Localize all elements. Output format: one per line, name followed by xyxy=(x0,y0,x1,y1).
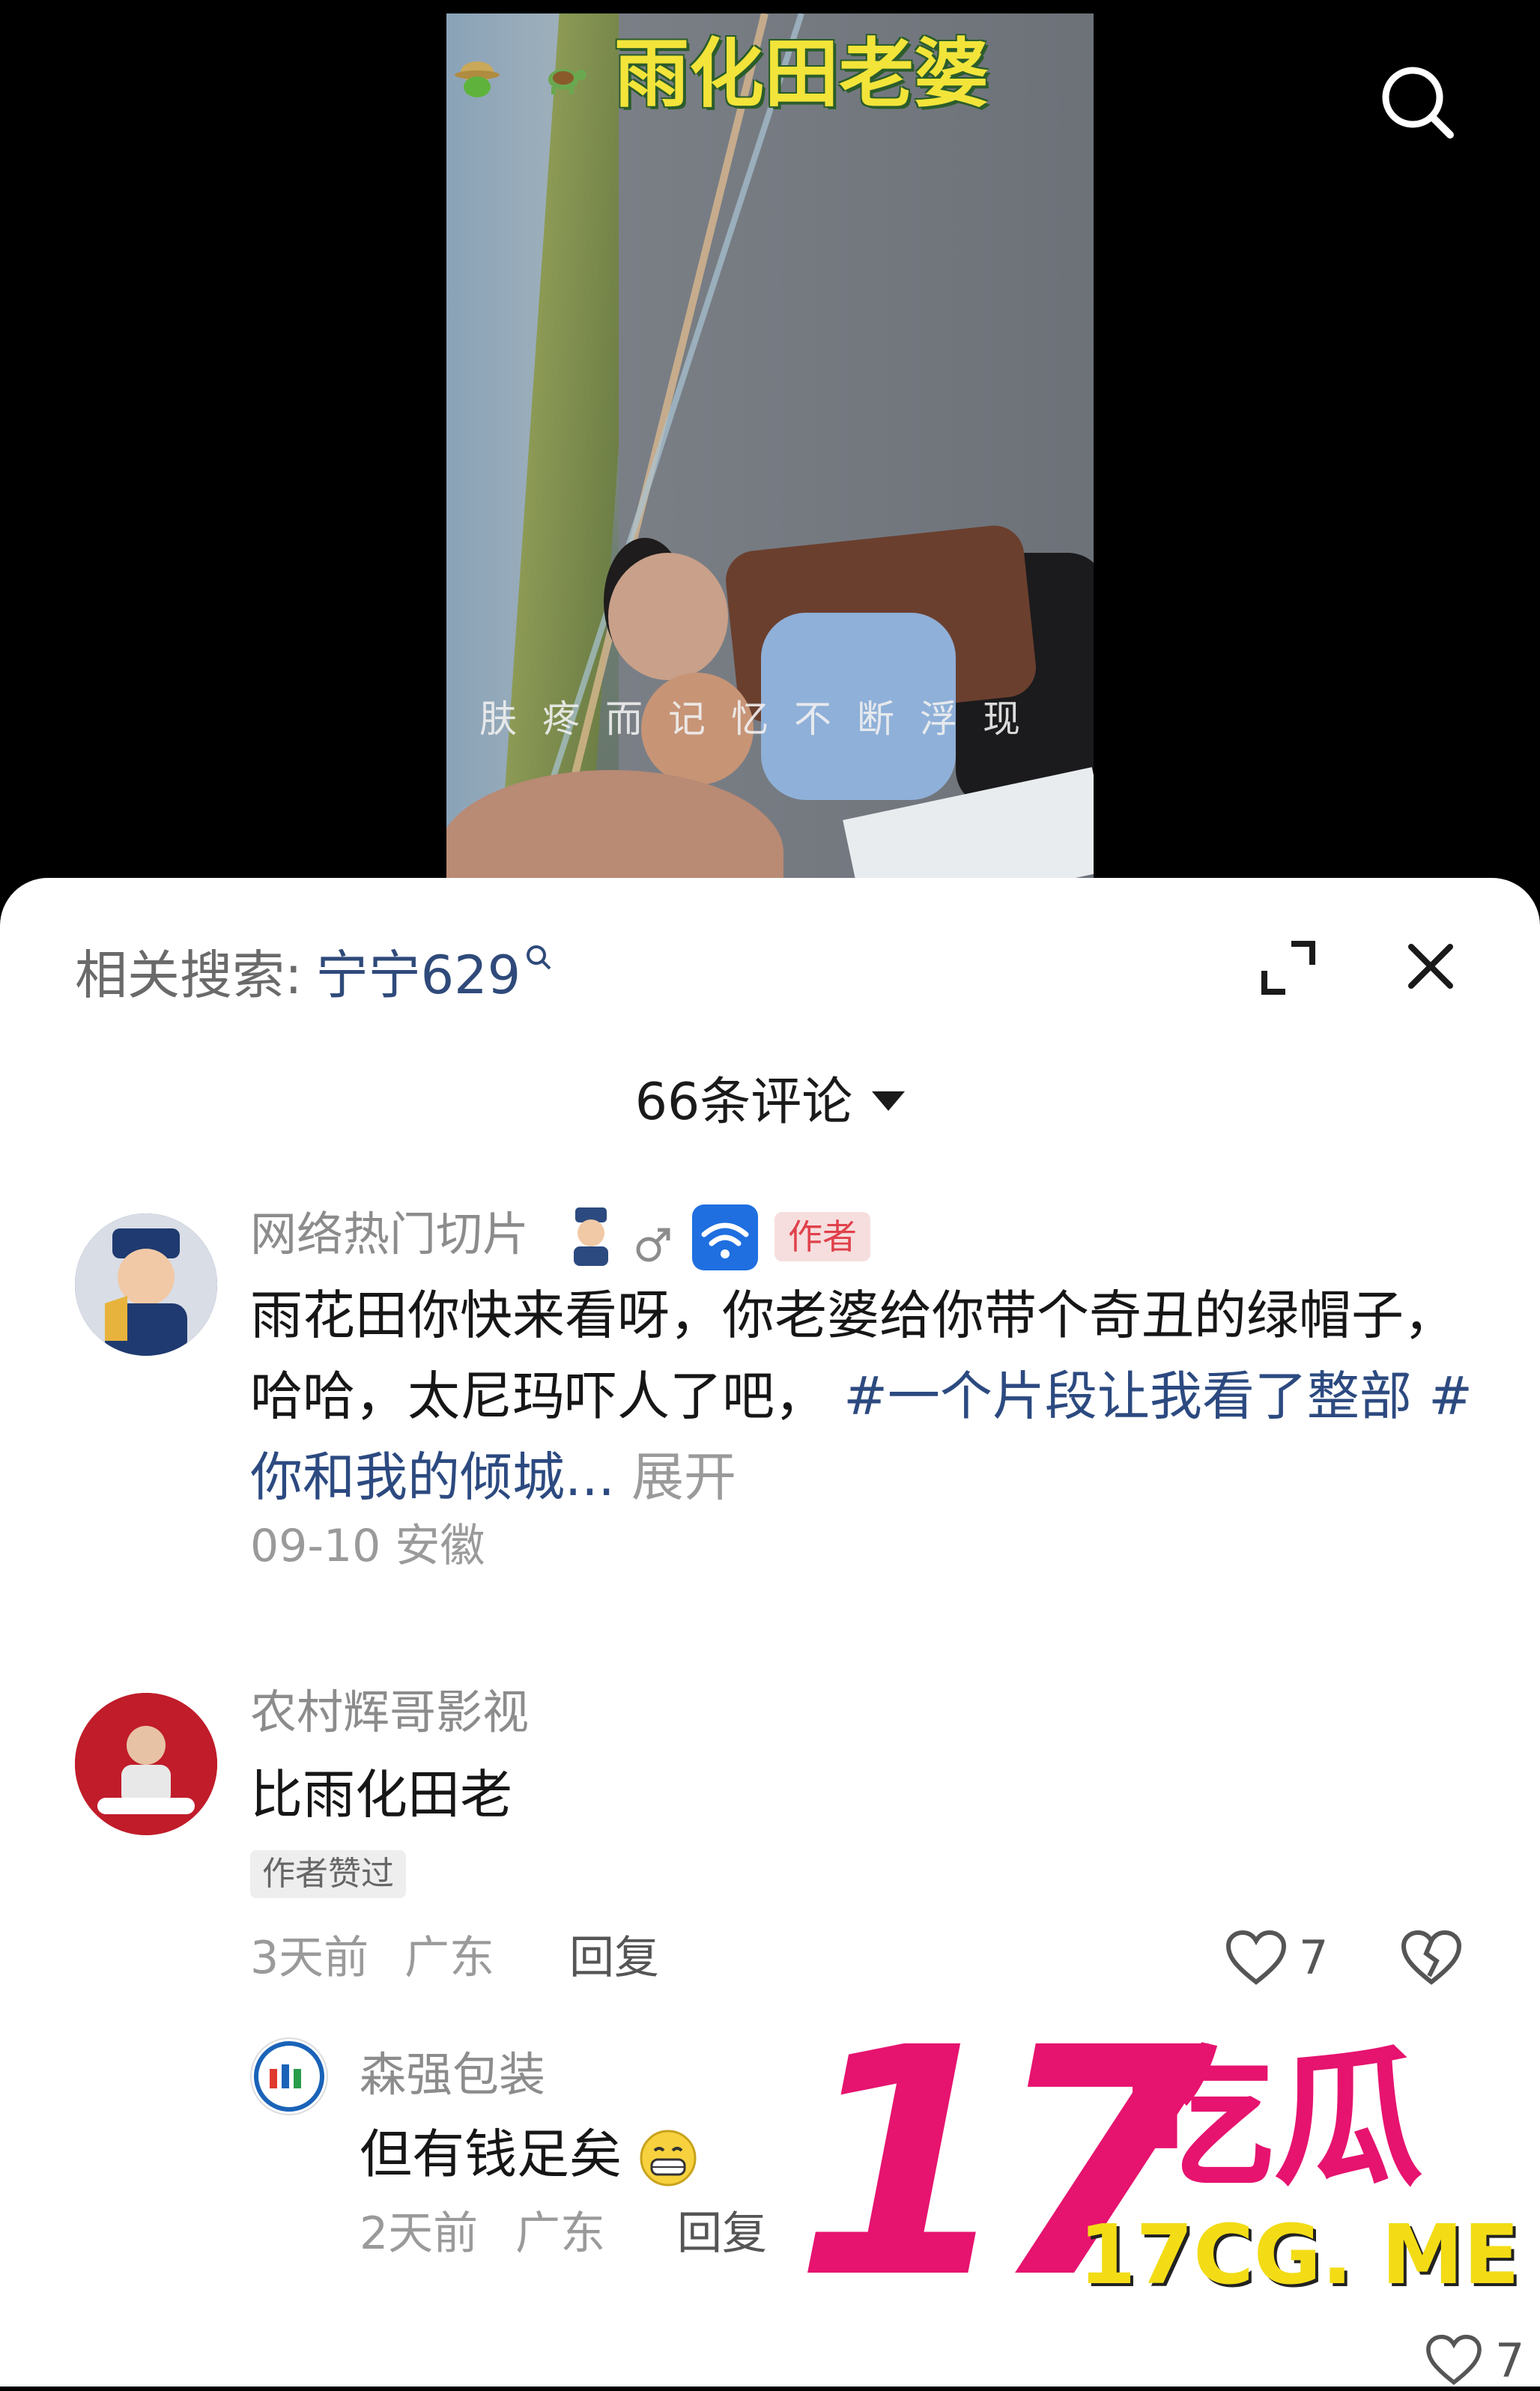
small-search-icon xyxy=(527,945,551,970)
heart-icon[interactable] xyxy=(1423,2334,1485,2387)
comment-location: 广东 xyxy=(515,2207,605,2260)
related-search-label: 相关搜索: xyxy=(75,945,303,1006)
comment-count-dropdown[interactable]: 66条评论 xyxy=(0,1065,1540,1140)
grin-emoji-icon xyxy=(640,2130,697,2187)
like-count: 7 xyxy=(1299,1930,1329,1985)
comment-meta: 09-10 安徽 xyxy=(250,1520,485,1572)
dislike-heart-icon[interactable] xyxy=(1401,1930,1462,1987)
author-liked-badge: 作者赞过 xyxy=(250,1850,406,1898)
close-icon[interactable] xyxy=(1401,936,1461,996)
reply-button[interactable]: 回复 xyxy=(569,1928,659,1988)
video-title: 雨化田老婆 xyxy=(614,30,989,118)
related-search[interactable]: 相关搜索: 宁宁629 xyxy=(75,938,554,1013)
wifi-badge-icon xyxy=(692,1204,758,1270)
comment-username[interactable]: 农村辉哥影视 xyxy=(250,1681,529,1744)
tortoise-hat-emoji-icon xyxy=(455,61,500,97)
author-badge: 作者 xyxy=(774,1212,870,1261)
avatar[interactable] xyxy=(75,1213,217,1356)
comment-count: 66条评论 xyxy=(634,1073,853,1132)
video-player[interactable] xyxy=(446,13,1094,882)
comment-text: 雨花田你快来看呀，你老婆给你带个奇丑的绿帽子，哈哈，太尼玛吓人了吧， #一个片段… xyxy=(250,1275,1479,1518)
avatar[interactable] xyxy=(75,1693,217,1835)
police-emoji-icon xyxy=(574,1207,608,1266)
hashtag-link[interactable]: #一个片段让我看了整部 xyxy=(843,1366,1412,1427)
fullscreen-icon[interactable] xyxy=(1258,938,1318,998)
watermark-brand: 吃瓜 xyxy=(1124,2032,1424,2207)
search-icon[interactable] xyxy=(1375,60,1458,142)
heart-icon[interactable] xyxy=(1225,1930,1287,1987)
police-avatar-icon xyxy=(75,1213,217,1356)
avatar-image-icon xyxy=(75,1693,217,1835)
avatar[interactable] xyxy=(250,2037,328,2115)
comment-location: 广东 xyxy=(404,1932,494,1984)
male-symbol-icon xyxy=(636,1228,670,1262)
like-count: 7 xyxy=(1495,2333,1525,2388)
comment-username[interactable]: 森强包装 xyxy=(360,2043,545,2106)
video-figure xyxy=(608,553,728,680)
related-search-term[interactable]: 宁宁629 xyxy=(316,945,521,1006)
comment-username[interactable]: 网络热门切片 xyxy=(250,1203,529,1266)
caret-down-icon xyxy=(872,1091,906,1112)
reply-button[interactable]: 回复 xyxy=(677,2204,767,2264)
comment-time: 2天前 xyxy=(360,2207,479,2260)
comment-text: 但有钱足矣 xyxy=(360,2114,698,2195)
expand-link[interactable]: 展开 xyxy=(631,1446,736,1508)
turtle-emoji-icon xyxy=(548,69,586,94)
comment-text: 比雨化田老 xyxy=(250,1764,512,1825)
comment-time: 3天前 xyxy=(250,1932,369,1984)
watermark-url: 17CG. ME xyxy=(1079,2207,1520,2303)
comment-body: 但有钱足矣 xyxy=(360,2124,622,2185)
company-logo-icon xyxy=(254,2041,324,2112)
video-subtitle: 肤疼而记忆不断浮现 xyxy=(479,697,1046,741)
